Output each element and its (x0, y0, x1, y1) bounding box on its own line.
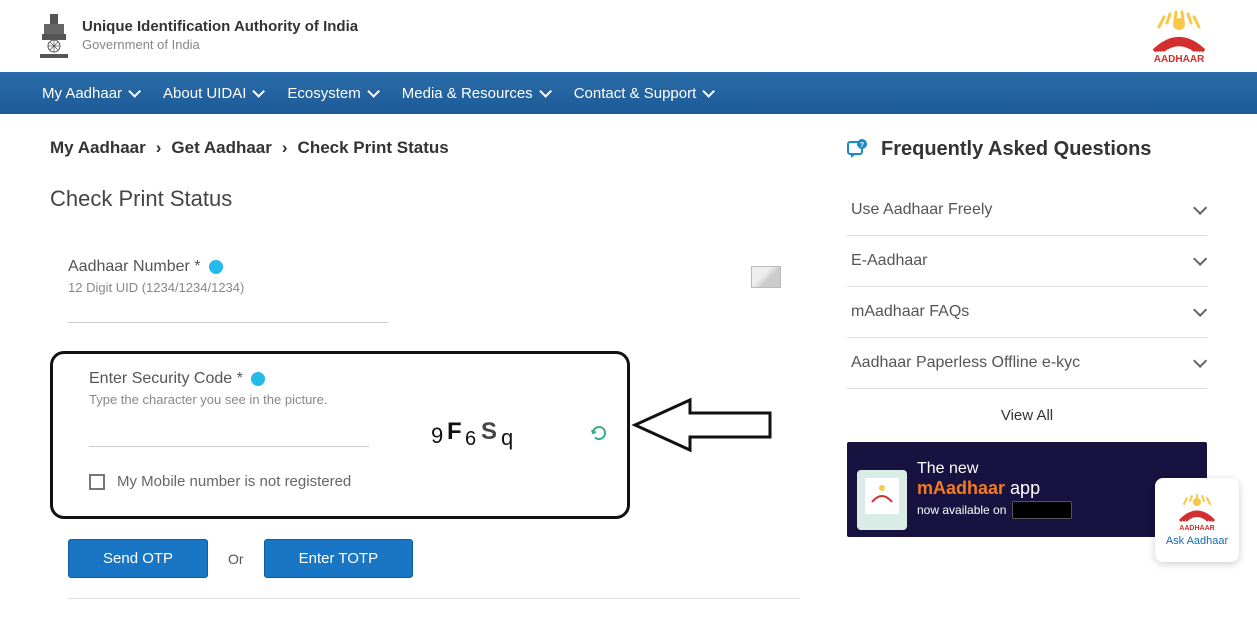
mobile-not-registered-checkbox[interactable] (89, 474, 105, 490)
svg-text:6: 6 (465, 428, 476, 450)
faq-item-paperless[interactable]: Aadhaar Paperless Offline e-kyc (847, 338, 1207, 389)
nav-media-resources[interactable]: Media & Resources (398, 75, 552, 112)
annotation-arrow-icon (630, 395, 775, 455)
faq-item-label: Use Aadhaar Freely (851, 201, 992, 219)
svg-text:S: S (481, 418, 497, 445)
breadcrumb-separator: › (156, 138, 162, 158)
org-title-block: Unique Identification Authority of India… (82, 18, 358, 54)
security-code-section: Enter Security Code * Type the character… (50, 351, 630, 519)
faq-item-label: mAadhaar FAQs (851, 303, 969, 321)
chevron-down-icon (703, 85, 716, 98)
promo-line2: mAadhaar app (917, 478, 1072, 499)
india-emblem-icon (38, 12, 70, 60)
captcha-image: 9 F 6 S q (429, 415, 539, 451)
svg-text:F: F (447, 418, 462, 445)
breadcrumb-separator: › (282, 138, 288, 158)
org-title: Unique Identification Authority of India (82, 18, 358, 35)
info-icon[interactable] (209, 260, 223, 274)
faq-icon: ? (847, 139, 869, 161)
page-title: Check Print Status (50, 186, 799, 212)
chevron-down-icon (1193, 303, 1207, 317)
security-label: Enter Security Code * (89, 370, 265, 388)
nav-my-aadhaar[interactable]: My Aadhaar (38, 75, 141, 112)
aadhaar-logo-icon: AADHAAR (1172, 493, 1222, 533)
promo-line1: The new (917, 460, 1072, 478)
chevron-down-icon (1193, 354, 1207, 368)
svg-text:q: q (501, 425, 513, 450)
faq-item-maadhaar[interactable]: mAadhaar FAQs (847, 287, 1207, 338)
faq-item-e-aadhaar[interactable]: E-Aadhaar (847, 236, 1207, 287)
mobile-not-registered-row: My Mobile number is not registered (89, 473, 609, 490)
or-separator: Or (228, 551, 244, 567)
svg-text:AADHAAR: AADHAAR (1154, 54, 1205, 64)
promo-text: The new mAadhaar app now available on (917, 460, 1072, 519)
promo-line3: now available on (917, 501, 1072, 519)
chevron-down-icon (367, 85, 380, 98)
chevron-down-icon (128, 85, 141, 98)
security-hint: Type the character you see in the pictur… (89, 392, 609, 407)
nav-label: My Aadhaar (42, 85, 122, 102)
faq-view-all[interactable]: View All (847, 389, 1207, 442)
svg-text:AADHAAR: AADHAAR (1179, 525, 1214, 532)
aadhaar-number-input[interactable] (68, 301, 388, 323)
nav-contact-support[interactable]: Contact & Support (570, 75, 716, 112)
maadhaar-promo-banner[interactable]: The new mAadhaar app now available on (847, 442, 1207, 537)
svg-text:?: ? (860, 142, 864, 149)
ask-aadhaar-label: Ask Aadhaar (1166, 535, 1228, 547)
main-nav: My Aadhaar About UIDAI Ecosystem Media &… (0, 72, 1257, 114)
phone-icon (857, 470, 907, 530)
info-icon[interactable] (251, 372, 265, 386)
aadhaar-card-icon (751, 266, 781, 288)
google-play-badge-icon (1012, 501, 1072, 519)
divider (68, 598, 799, 599)
security-code-input[interactable] (89, 425, 369, 447)
nav-label: Contact & Support (574, 85, 697, 102)
refresh-captcha-icon[interactable] (589, 423, 609, 443)
org-subtitle: Government of India (82, 37, 200, 52)
chevron-down-icon (1193, 201, 1207, 215)
breadcrumb-item[interactable]: My Aadhaar (50, 138, 146, 158)
faq-header: ? Frequently Asked Questions (847, 138, 1207, 161)
ask-aadhaar-widget[interactable]: AADHAAR Ask Aadhaar (1155, 478, 1239, 562)
send-otp-button[interactable]: Send OTP (68, 539, 208, 578)
emblem-block: Unique Identification Authority of India… (38, 12, 358, 60)
chevron-down-icon (539, 85, 552, 98)
nav-label: Ecosystem (287, 85, 360, 102)
faq-item-label: E-Aadhaar (851, 252, 928, 270)
nav-label: About UIDAI (163, 85, 246, 102)
chevron-down-icon (253, 85, 266, 98)
aadhaar-hint: 12 Digit UID (1234/1234/1234) (68, 280, 799, 295)
aadhaar-mini-logo-icon (867, 482, 897, 506)
nav-ecosystem[interactable]: Ecosystem (283, 75, 379, 112)
top-header: Unique Identification Authority of India… (0, 0, 1257, 72)
nav-about-uidai[interactable]: About UIDAI (159, 75, 265, 112)
enter-totp-button[interactable]: Enter TOTP (264, 539, 413, 578)
faq-title: Frequently Asked Questions (881, 138, 1151, 161)
breadcrumb-item-current: Check Print Status (298, 138, 449, 158)
faq-item-label: Aadhaar Paperless Offline e-kyc (851, 354, 1080, 372)
button-row: Send OTP Or Enter TOTP (68, 539, 799, 578)
aadhaar-label: Aadhaar Number * (68, 258, 223, 276)
faq-item-use-aadhaar[interactable]: Use Aadhaar Freely (847, 185, 1207, 236)
svg-text:9: 9 (431, 423, 443, 448)
aadhaar-number-field: Aadhaar Number * 12 Digit UID (1234/1234… (68, 258, 799, 323)
chevron-down-icon (1193, 252, 1207, 266)
breadcrumb-item[interactable]: Get Aadhaar (171, 138, 271, 158)
mobile-not-registered-label: My Mobile number is not registered (117, 473, 351, 490)
breadcrumb: My Aadhaar › Get Aadhaar › Check Print S… (50, 138, 799, 158)
nav-label: Media & Resources (402, 85, 533, 102)
aadhaar-logo-icon: AADHAAR (1139, 9, 1219, 64)
